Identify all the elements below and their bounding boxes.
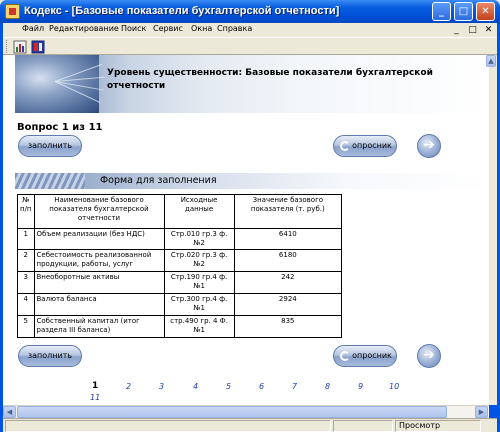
- col-source-header: Исходные данные: [163, 194, 235, 229]
- globe-illustration: [15, 55, 105, 113]
- pagination: 1 2 3 4 5 6 7 8 9 10 11: [3, 381, 489, 405]
- scroll-up-button[interactable]: ▲: [486, 55, 496, 67]
- maximize-button[interactable]: □: [454, 2, 473, 21]
- header-banner: Уровень существенности: Базовые показате…: [15, 55, 489, 113]
- page-link[interactable]: 3: [159, 382, 164, 391]
- scroll-right-button[interactable]: ▶: [475, 406, 488, 418]
- status-cell-main: [5, 420, 331, 432]
- book-icon[interactable]: [31, 40, 45, 54]
- page-link[interactable]: 10: [389, 382, 399, 391]
- app-icon[interactable]: [5, 4, 20, 19]
- row-value-field[interactable]: 835: [233, 315, 343, 338]
- vertical-scrollbar[interactable]: ▲: [486, 55, 497, 405]
- page-link[interactable]: 4: [193, 382, 198, 391]
- survey-button-top[interactable]: опросник: [333, 135, 397, 157]
- row-source: Стр.010 гр.3 ф.№2: [163, 228, 235, 250]
- minimize-button[interactable]: _: [432, 2, 451, 21]
- refresh-icon: [340, 141, 350, 151]
- page-link[interactable]: 11: [90, 393, 100, 402]
- chart-icon[interactable]: [13, 40, 27, 54]
- row-source: Стр.190 гр.4 ф.№1: [163, 271, 235, 294]
- col-number-header: № п/п: [17, 194, 35, 229]
- menu-file[interactable]: Файл: [22, 24, 44, 33]
- scroll-thumb[interactable]: [17, 406, 447, 418]
- menu-edit[interactable]: Редактирование: [49, 24, 119, 33]
- menu-bar: Файл Редактирование Поиск Сервис Окна Сп…: [3, 23, 497, 37]
- row-value-field[interactable]: 6410: [233, 228, 343, 250]
- row-number: 4: [17, 293, 35, 316]
- page-link[interactable]: 9: [358, 382, 363, 391]
- table-header-row: № п/п Наименование базового показателя б…: [17, 194, 343, 229]
- row-name: Внеоборотные активы: [33, 271, 165, 294]
- col-name-header: Наименование базового показателя бухгалт…: [33, 194, 165, 229]
- toolbar: [3, 37, 497, 55]
- row-value-field[interactable]: 6180: [233, 249, 343, 272]
- page-link[interactable]: 5: [226, 382, 231, 391]
- row-number: 2: [17, 249, 35, 272]
- status-mode: Просмотр: [395, 420, 481, 432]
- page-link[interactable]: 6: [259, 382, 264, 391]
- menu-search[interactable]: Поиск: [121, 24, 146, 33]
- survey-button-label: опросник: [352, 351, 392, 360]
- doc-close-button[interactable]: ✕: [482, 24, 495, 36]
- row-source: Стр.020 гр.3 ф.№2: [163, 249, 235, 272]
- survey-button-bottom[interactable]: опросник: [333, 345, 397, 367]
- row-name: Объем реализации (без НДС): [33, 228, 165, 250]
- row-number: 5: [17, 315, 35, 338]
- row-number: 3: [17, 271, 35, 294]
- row-source: стр.490 гр. 4 Ф.№1: [163, 315, 235, 338]
- toolbar-grip[interactable]: [6, 40, 9, 53]
- page-link[interactable]: 7: [292, 382, 297, 391]
- status-cell-secondary: [333, 420, 393, 432]
- row-name: Себестоимость реализованной продукции, р…: [33, 249, 165, 272]
- next-arrow-button-bottom[interactable]: ➔: [417, 344, 441, 368]
- status-bar: Просмотр: [3, 418, 497, 432]
- next-arrow-button-top[interactable]: ➔: [417, 134, 441, 158]
- title-bar[interactable]: Кодекс - [Базовые показатели бухгалтерск…: [0, 0, 500, 23]
- form-title: Форма для заполнения: [100, 175, 217, 186]
- refresh-icon: [340, 351, 350, 361]
- app-window: Кодекс - [Базовые показатели бухгалтерск…: [0, 0, 500, 432]
- page-title: Уровень существенности: Базовые показате…: [107, 68, 433, 91]
- row-name: Валюта баланса: [33, 293, 165, 316]
- table-row: 1 Объем реализации (без НДС) Стр.010 гр.…: [17, 228, 343, 250]
- fill-button-top[interactable]: заполнить: [18, 135, 82, 157]
- document-content: Уровень существенности: Базовые показате…: [3, 55, 489, 405]
- scroll-left-button[interactable]: ◀: [3, 406, 16, 418]
- window-title: Кодекс - [Базовые показатели бухгалтерск…: [24, 5, 340, 17]
- table-row: 2 Себестоимость реализованной продукции,…: [17, 249, 343, 272]
- row-number: 1: [17, 228, 35, 250]
- row-value-field[interactable]: 242: [233, 271, 343, 294]
- page-link[interactable]: 8: [325, 382, 330, 391]
- menu-help[interactable]: Справка: [217, 24, 252, 33]
- menu-windows[interactable]: Окна: [191, 24, 212, 33]
- row-source: Стр.300 гр.4 ф.№1: [163, 293, 235, 316]
- close-button[interactable]: ✕: [476, 2, 495, 21]
- row-value-field[interactable]: 2924: [233, 293, 343, 316]
- table-row: 4 Валюта баланса Стр.300 гр.4 ф.№1 2924: [17, 293, 343, 316]
- form-banner-art: [15, 173, 85, 189]
- page-current: 1: [92, 381, 99, 391]
- page-link[interactable]: 2: [126, 382, 131, 391]
- form-banner: Форма для заполнения: [15, 173, 489, 189]
- col-value-header: Значение базового показателя (т. руб.): [233, 194, 343, 229]
- table-row: 5 Собственный капитал (итог раздела III …: [17, 315, 343, 338]
- indicators-table: № п/п Наименование базового показателя б…: [17, 194, 343, 338]
- table-row: 3 Внеоборотные активы Стр.190 гр.4 ф.№1 …: [17, 271, 343, 294]
- doc-minimize-button[interactable]: _: [450, 24, 463, 36]
- menu-service[interactable]: Сервис: [153, 24, 183, 33]
- survey-button-label: опросник: [352, 141, 392, 150]
- question-counter: Вопрос 1 из 11: [17, 122, 103, 133]
- fill-button-bottom[interactable]: заполнить: [18, 345, 82, 367]
- doc-restore-button[interactable]: □: [466, 24, 479, 36]
- row-name: Собственный капитал (итог раздела III ба…: [33, 315, 165, 338]
- horizontal-scrollbar[interactable]: ◀ ▶: [3, 405, 489, 418]
